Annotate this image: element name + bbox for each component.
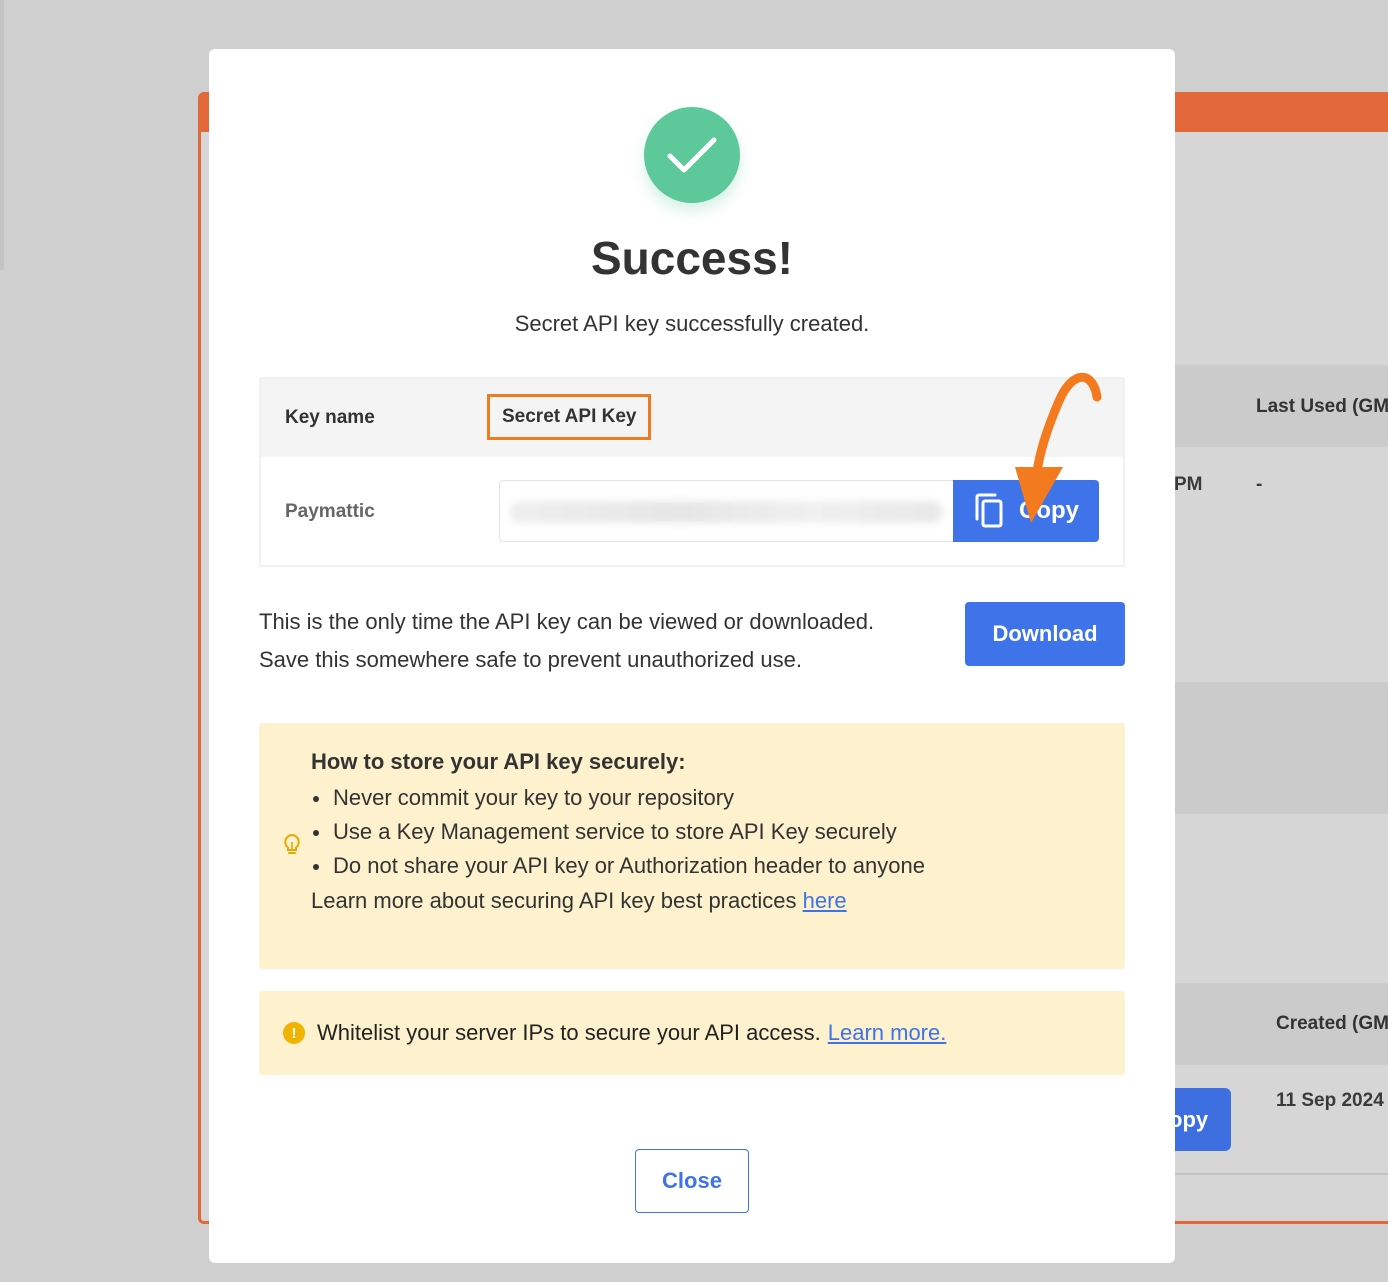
background-divider [1175,1173,1388,1175]
background-col-last-used: Last Used (GM [1256,396,1388,417]
tips-learn-text: Learn more about securing API key best p… [311,888,797,913]
lightbulb-icon [284,833,300,854]
copy-icon [973,493,1005,529]
whitelist-warning: ! Whitelist your server IPs to secure yo… [259,991,1125,1075]
key-name-label: Key name [285,407,375,428]
warning-text: Whitelist your server IPs to secure your… [317,1020,821,1045]
tips-learn-more: Learn more about securing API key best p… [311,883,925,919]
background-col-created: Created (GM [1276,1013,1388,1034]
background-row-last-used: - [1256,474,1263,495]
tips-title: How to store your API key securely: [311,749,686,774]
tips-here-link[interactable]: here [803,888,847,913]
api-key-table-header: Key name Secret API Key [261,379,1123,457]
api-key-table: Key name Secret API Key Paymattic Copy [259,377,1125,567]
background-row-time: PM [1174,474,1203,495]
tips-list: Never commit your key to your repository… [311,781,925,883]
success-badge [644,107,740,203]
tips-item: Use a Key Management service to store AP… [311,815,925,849]
key-warning-note: This is the only time the API key can be… [259,603,874,679]
security-tips-box: How to store your API key securely: Neve… [259,723,1125,969]
success-modal: Success! Secret API key successfully cre… [209,49,1175,1263]
background-left-strip [0,0,4,270]
api-key-field[interactable] [499,480,955,542]
note-line-1: This is the only time the API key can be… [259,609,875,634]
note-line-2: Save this somewhere safe to prevent unau… [259,647,802,672]
key-name-value: Secret API Key [487,394,652,440]
modal-subtitle: Secret API key successfully created. [514,311,870,336]
arrow-annotation-icon [1015,372,1102,523]
modal-title: Success! [590,232,793,284]
background-row-created: 11 Sep 2024 [1276,1090,1384,1111]
background-section [1175,682,1388,814]
tips-item: Do not share your API key or Authorizati… [311,849,925,883]
checkmark-icon [667,137,717,173]
api-key-row-label: Paymattic [285,501,375,522]
download-button[interactable]: Download [965,602,1125,666]
blurred-api-key [510,501,942,523]
exclamation-icon: ! [283,1022,305,1044]
close-button[interactable]: Close [635,1149,749,1213]
warning-learn-more-link[interactable]: Learn more. [828,1020,947,1046]
tips-item: Never commit your key to your repository [311,781,925,815]
